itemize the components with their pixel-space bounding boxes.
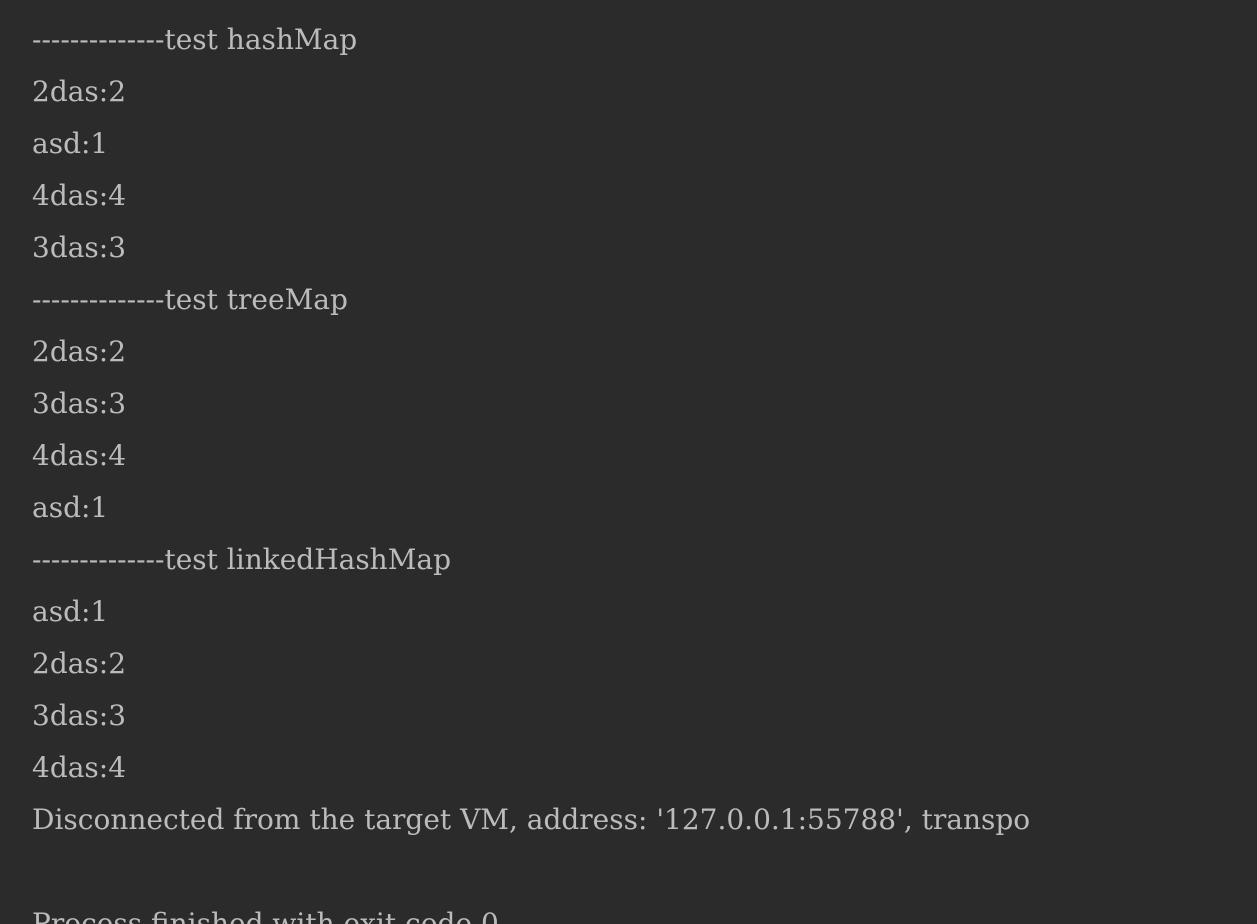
console-line: 4das:4	[32, 751, 127, 784]
console-line: asd:1	[32, 491, 109, 524]
console-line: --------------test treeMap	[32, 283, 348, 316]
console-line: 3das:3	[32, 387, 127, 420]
console-line: 2das:2	[32, 335, 127, 368]
console-line: --------------test hashMap	[32, 23, 358, 56]
console-line: 2das:2	[32, 75, 127, 108]
console-line: 3das:3	[32, 699, 127, 732]
console-line: 4das:4	[32, 439, 127, 472]
console-line: 2das:2	[32, 647, 127, 680]
console-line: 3das:3	[32, 231, 127, 264]
console-line: asd:1	[32, 127, 109, 160]
console-line: 4das:4	[32, 179, 127, 212]
console-line: --------------test linkedHashMap	[32, 543, 452, 576]
console-output-panel[interactable]: --------------test hashMap 2das:2 asd:1 …	[0, 0, 1257, 924]
console-line: asd:1	[32, 595, 109, 628]
console-line-exit-code: Process finished with exit code 0	[32, 907, 499, 924]
console-line-disconnected: Disconnected from the target VM, address…	[32, 803, 1031, 836]
